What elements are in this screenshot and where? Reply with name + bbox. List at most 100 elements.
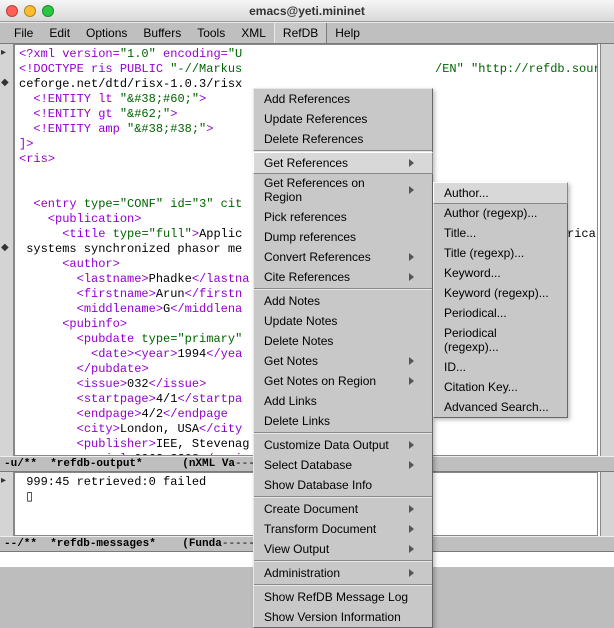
menu-tools[interactable]: Tools (189, 23, 233, 43)
menu-item[interactable]: Add References (254, 89, 432, 109)
code-text: > (199, 377, 206, 391)
menu-item[interactable]: Delete Notes (254, 331, 432, 351)
submenu-item[interactable]: ID... (434, 357, 567, 377)
scrollbar[interactable] (600, 44, 614, 456)
code-text: "1.0" (120, 47, 156, 61)
menu-item[interactable]: Create Document (254, 499, 432, 519)
menu-item[interactable]: Delete References (254, 129, 432, 149)
code-text: "-//Markus (170, 62, 242, 76)
menu-item[interactable]: Convert References (254, 247, 432, 267)
submenu-item[interactable]: Advanced Search... (434, 397, 567, 417)
code-text: > (206, 122, 213, 136)
code-text: rical (567, 227, 598, 242)
menu-xml[interactable]: XML (233, 23, 274, 43)
output-text: 999:45 retrieved:0 failed (19, 475, 206, 489)
menu-item-label: Get References on Region (264, 176, 397, 204)
menu-item[interactable]: Update References (254, 109, 432, 129)
code-text: "&#38;#60;" (120, 92, 199, 106)
menu-buffers[interactable]: Buffers (135, 23, 189, 43)
code-text: < (19, 347, 98, 361)
code-text: "CONF" (120, 197, 163, 211)
menu-help[interactable]: Help (327, 23, 368, 43)
code-text: > (141, 272, 148, 286)
menu-file[interactable]: File (6, 23, 41, 43)
submenu-item[interactable]: Author... (433, 182, 568, 204)
chevron-right-icon (409, 357, 414, 365)
code-text: Phadke (149, 272, 192, 286)
submenu-item[interactable]: Citation Key... (434, 377, 567, 397)
submenu-item[interactable]: Periodical... (434, 303, 567, 323)
fold-icon[interactable]: ◆ (1, 243, 11, 253)
menu-item[interactable]: Add Notes (254, 291, 432, 311)
code-text: yea (221, 347, 243, 361)
menu-item[interactable]: Get References (253, 152, 433, 174)
code-text: < (19, 227, 69, 241)
code-text: < (19, 332, 84, 346)
menu-item[interactable]: Update Notes (254, 311, 432, 331)
code-text: city (213, 422, 242, 436)
code-text: </ (19, 362, 91, 376)
menu-item[interactable]: Dump references (254, 227, 432, 247)
submenu-item-label: ID... (444, 360, 466, 374)
code-text: > (134, 212, 141, 226)
code-text: > (170, 107, 177, 121)
menu-item[interactable]: Customize Data Output (254, 435, 432, 455)
menu-item[interactable]: Show RefDB Message Log (254, 587, 432, 607)
code-text: startpage (84, 392, 149, 406)
submenu-item[interactable]: Periodical (regexp)... (434, 323, 567, 357)
submenu-item[interactable]: Keyword (regexp)... (434, 283, 567, 303)
submenu-item-label: Periodical... (444, 306, 507, 320)
chevron-right-icon (409, 505, 414, 513)
menu-item-label: Show Version Information (264, 610, 401, 624)
code-text: > (120, 317, 127, 331)
submenu-item-label: Periodical (regexp)... (444, 326, 549, 354)
menu-item[interactable]: Pick references (254, 207, 432, 227)
menu-edit[interactable]: Edit (41, 23, 78, 43)
menu-item-label: Add Links (264, 394, 317, 408)
submenu-item-label: Title (regexp)... (444, 246, 524, 260)
menu-item[interactable]: Get Notes on Region (254, 371, 432, 391)
menu-item[interactable]: Select Database (254, 455, 432, 475)
code-text: > (192, 227, 199, 241)
refdb-menu: Add ReferencesUpdate References Delete Re… (253, 88, 433, 628)
code-text: "full" (149, 227, 192, 241)
menu-item[interactable]: Add Links (254, 391, 432, 411)
code-text: < (19, 422, 84, 436)
menu-item[interactable]: Administration (254, 563, 432, 583)
menu-item[interactable]: View Output (254, 539, 432, 559)
chevron-right-icon (409, 545, 414, 553)
code-text: issue (84, 377, 120, 391)
code-text: <!ENTITY gt (19, 107, 120, 121)
submenu-item[interactable]: Title (regexp)... (434, 243, 567, 263)
menu-item[interactable]: Show Version Information (254, 607, 432, 627)
menu-item[interactable]: Get Notes (254, 351, 432, 371)
menu-refdb[interactable]: RefDB (274, 23, 327, 43)
code-text: </ (206, 347, 220, 361)
menu-item[interactable]: Get References on Region (254, 173, 432, 207)
code-text: "&#38;#38;" (127, 122, 206, 136)
menu-item-label: Delete References (264, 132, 363, 146)
fringe-left-2: ▸ (0, 472, 14, 536)
code-text: > (113, 422, 120, 436)
code-text: /EN" "http://refdb.sour (435, 62, 598, 77)
fold-icon[interactable]: ◆ (1, 78, 11, 88)
menu-item[interactable]: Show Database Info (254, 475, 432, 495)
submenu-item-label: Keyword... (444, 266, 501, 280)
submenu-item[interactable]: Keyword... (434, 263, 567, 283)
menu-item-label: View Output (264, 542, 329, 556)
code-text: type= (105, 227, 148, 241)
menu-item[interactable]: Delete Links (254, 411, 432, 431)
menu-item[interactable]: Transform Document (254, 519, 432, 539)
menu-item-label: Delete Links (264, 414, 330, 428)
chevron-right-icon (409, 525, 414, 533)
submenu-item[interactable]: Author (regexp)... (434, 203, 567, 223)
menu-separator (254, 584, 432, 586)
menu-separator (254, 432, 432, 434)
chevron-right-icon (409, 159, 414, 167)
scrollbar[interactable] (600, 472, 614, 536)
menu-options[interactable]: Options (78, 23, 135, 43)
menu-item-label: Customize Data Output (264, 438, 389, 452)
submenu-item[interactable]: Title... (434, 223, 567, 243)
menu-separator (254, 496, 432, 498)
menu-item[interactable]: Cite References (254, 267, 432, 287)
